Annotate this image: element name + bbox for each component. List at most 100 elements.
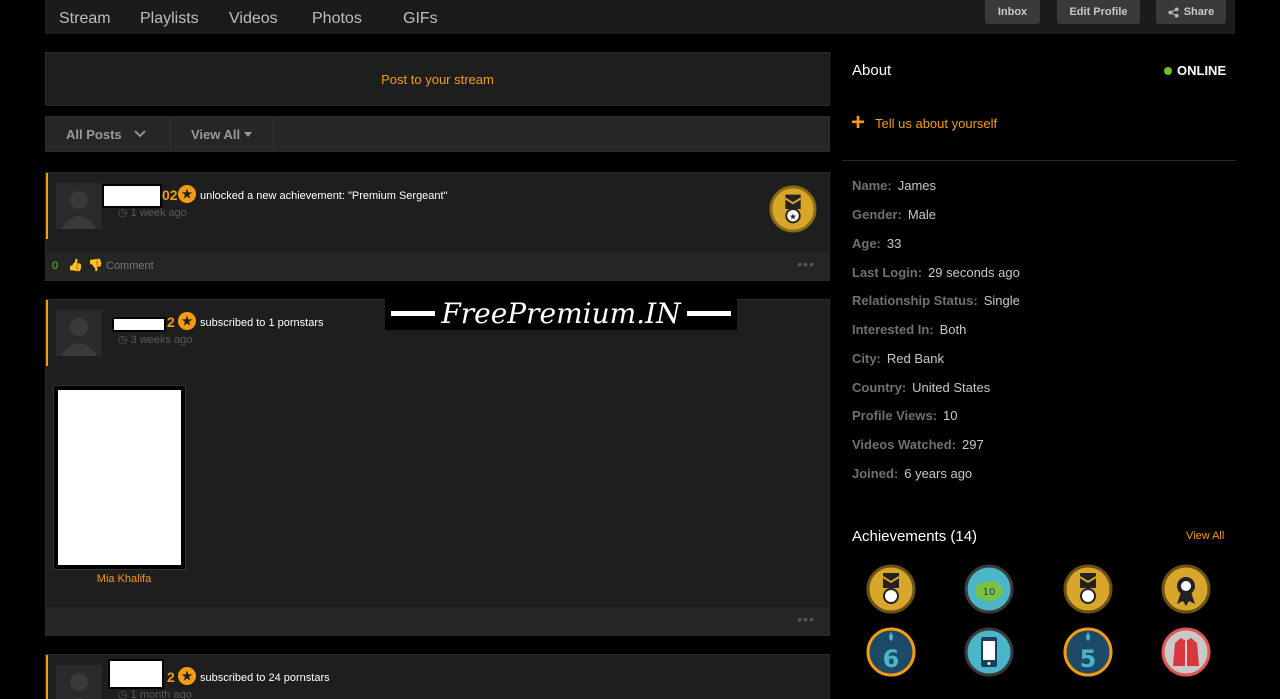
info-value: 33 [886, 236, 902, 251]
post-action-text: subscribed to 24 pornstars [200, 672, 330, 684]
watermark-line [686, 310, 731, 316]
post-to-stream-box[interactable]: Post to your stream [45, 52, 830, 106]
about-divider [842, 160, 1235, 161]
edit-profile-button-label: Edit Profile [1069, 6, 1128, 18]
watermark-banner: FreePremium.IN [385, 296, 737, 330]
like-count: 0 [52, 260, 59, 272]
post-action-text: subscribed to 1 pornstars [200, 317, 324, 329]
user-avatar[interactable] [56, 183, 102, 229]
filter-divider [273, 117, 274, 151]
tab-playlists[interactable]: Playlists [140, 10, 199, 28]
info-label: Videos Watched: [852, 437, 957, 452]
user-avatar[interactable] [56, 310, 102, 356]
tab-photos[interactable]: Photos [312, 10, 362, 28]
user-rank-number: 02 [162, 187, 178, 203]
stream-filter-bar: All Posts View All [45, 116, 830, 152]
share-button-label: Share [1183, 6, 1215, 18]
redacted-thumbnail [58, 390, 181, 565]
post-to-stream-link[interactable]: Post to your stream [381, 72, 494, 87]
inbox-button[interactable]: Inbox [985, 0, 1040, 24]
user-rank-number: 2 [167, 669, 175, 685]
more-options-icon[interactable]: ••• [797, 256, 815, 272]
user-avatar[interactable] [56, 665, 102, 699]
info-value: Red Bank [886, 351, 944, 366]
pornstar-name-link[interactable]: Mia Khalifa [54, 573, 194, 585]
info-relationship-status: Relationship Status: Single [852, 293, 1020, 308]
post-footer: 0 👍 👎 Comment ••• [46, 252, 829, 280]
thumbs-down-icon[interactable]: 👎 [88, 258, 103, 272]
edit-profile-button[interactable]: Edit Profile [1057, 0, 1140, 24]
inbox-button-label: Inbox [997, 6, 1028, 18]
info-value: Single [983, 293, 1020, 308]
info-label: Relationship Status: [852, 293, 978, 308]
share-button[interactable]: Share [1156, 0, 1226, 24]
info-label: City: [852, 351, 881, 366]
post-accent-bar [46, 173, 48, 239]
info-videos-watched: Videos Watched: 297 [852, 437, 984, 452]
default-avatar-icon [61, 191, 97, 229]
info-joined: Joined: 6 years ago [852, 466, 972, 481]
star-badge-icon: ★ [178, 312, 196, 330]
sergeant-medal-icon[interactable] [1063, 564, 1113, 614]
info-label: Profile Views: [852, 408, 938, 423]
info-label: Gender: [852, 207, 902, 222]
post-timestamp: ◷ 3 weeks ago [118, 334, 193, 346]
post-accent-bar [46, 655, 48, 699]
info-value: 6 years ago [904, 466, 973, 481]
jacket-icon[interactable] [1161, 627, 1211, 677]
info-interested-in: Interested In: Both [852, 322, 966, 337]
profile-tab-bar: Stream Playlists Videos Photos GIFs Inbo… [45, 0, 1235, 34]
online-status-text: ONLINE [1177, 63, 1227, 78]
default-avatar-icon [70, 673, 88, 699]
info-label: Last Login: [852, 265, 923, 280]
online-status: ONLINE [1164, 63, 1226, 78]
thumbs-up-icon[interactable]: 👍 [68, 258, 83, 272]
candle-6-icon[interactable]: 6 [866, 627, 916, 677]
tab-stream[interactable]: Stream [59, 10, 111, 28]
tab-gifs[interactable]: GIFs [403, 10, 438, 28]
view-all-filter-label: View All [191, 126, 241, 142]
info-city: City: Red Bank [852, 351, 944, 366]
badge-number: 10 [983, 587, 996, 598]
post-accent-bar [46, 300, 48, 366]
info-label: Joined: [852, 466, 899, 481]
post-timestamp: ◷ 1 month ago [118, 689, 192, 699]
online-dot-icon [1164, 66, 1172, 75]
achievements-view-all-link[interactable]: View All [1186, 530, 1224, 542]
mobile-phone-icon[interactable] [964, 627, 1014, 677]
plus-icon: + [851, 109, 866, 136]
info-last-login: Last Login: 29 seconds ago [852, 265, 1020, 280]
tell-about-yourself-label: Tell us about yourself [875, 115, 998, 131]
sergeant-medal-icon[interactable] [866, 564, 916, 614]
info-value: 297 [962, 437, 984, 452]
achievements-heading: Achievements (14) [852, 528, 978, 545]
badge-number: 5 [1080, 645, 1097, 673]
info-value: 10 [943, 408, 958, 423]
info-label: Interested In: [852, 322, 934, 337]
info-gender: Gender: Male [852, 207, 936, 222]
info-label: Age: [852, 236, 881, 251]
more-options-icon[interactable]: ••• [797, 611, 815, 627]
all-posts-label: All Posts [66, 126, 122, 142]
post-timestamp-text: 1 week ago [130, 207, 187, 219]
redacted-username [108, 659, 164, 689]
info-value: James [897, 178, 937, 193]
view-all-filter[interactable]: View All [191, 117, 253, 151]
info-value: Male [907, 207, 937, 222]
pornstar-thumbnail[interactable] [53, 385, 186, 570]
about-heading: About [852, 62, 892, 79]
tell-about-yourself-link[interactable]: + Tell us about yourself [851, 109, 998, 136]
candle-5-icon[interactable]: 5 [1063, 627, 1113, 677]
redacted-username [102, 184, 162, 208]
tab-videos[interactable]: Videos [229, 10, 278, 28]
user-rank-number: 2 [167, 314, 175, 330]
comment-link[interactable]: Comment [106, 260, 154, 272]
post-timestamp: ◷ 1 week ago [118, 207, 187, 219]
info-profile-views: Profile Views: 10 [852, 408, 957, 423]
piggy-bank-10-icon[interactable]: 10 [964, 564, 1014, 614]
info-country: Country: United States [852, 380, 990, 395]
rosette-icon[interactable] [1161, 564, 1211, 614]
stream-post-subscription: 2 ★ subscribed to 24 pornstars ◷ 1 month… [45, 654, 830, 699]
all-posts-filter[interactable]: All Posts [66, 117, 146, 151]
post-footer: ••• [46, 607, 829, 635]
